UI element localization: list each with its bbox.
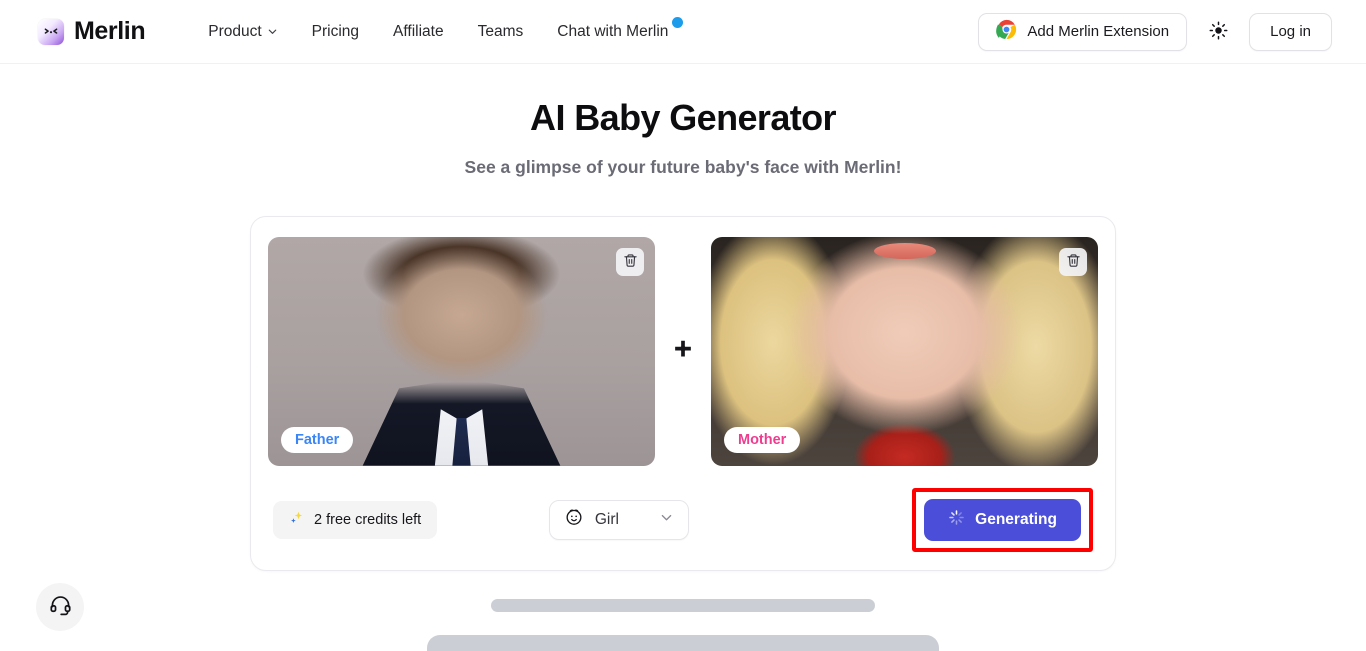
brand-name: Merlin <box>74 17 146 45</box>
delete-father-photo-button[interactable] <box>616 247 644 276</box>
parent-photos-row: Father Mother <box>268 236 1098 466</box>
login-button[interactable]: Log in <box>1249 12 1332 51</box>
plus-icon <box>671 337 695 366</box>
sun-icon <box>1209 21 1228 43</box>
sparkle-icon <box>289 510 305 530</box>
nav-item-label: Affiliate <box>393 22 444 40</box>
trash-icon <box>1066 253 1081 271</box>
add-merlin-extension-label: Add Merlin Extension <box>1027 23 1170 40</box>
merlin-face-logo-icon <box>38 18 64 45</box>
delete-mother-photo-button[interactable] <box>1059 247 1087 276</box>
result-title-skeleton <box>491 598 875 612</box>
main-nav: Product Pricing Affiliate Teams Chat wit… <box>191 14 685 50</box>
theme-toggle-button[interactable] <box>1201 15 1235 49</box>
nav-item-label: Pricing <box>311 22 360 40</box>
result-section <box>0 598 1366 651</box>
gender-select[interactable]: Girl <box>548 499 689 540</box>
nav-item-label: Product <box>208 22 262 40</box>
trash-icon <box>623 253 638 271</box>
nav-item-affiliate[interactable]: Affiliate <box>376 15 461 49</box>
support-chat-button[interactable] <box>36 583 84 631</box>
mother-photo[interactable]: Mother <box>711 236 1098 466</box>
baby-face-icon <box>564 507 584 532</box>
page-title: AI Baby Generator <box>530 97 836 138</box>
father-photo[interactable]: Father <box>268 236 655 466</box>
generator-controls: 2 free credits left Girl Generating <box>271 487 1095 552</box>
page-subtitle: See a glimpse of your future baby's face… <box>464 156 902 177</box>
new-badge-dot <box>672 16 684 28</box>
mother-photo-lips <box>873 242 936 259</box>
brand-logo-link[interactable]: Merlin <box>38 17 146 46</box>
nav-item-product[interactable]: Product <box>191 14 294 50</box>
generate-button-wrapper: Generating <box>912 487 1093 552</box>
add-merlin-extension-button[interactable]: Add Merlin Extension <box>978 12 1188 51</box>
nav-item-label: Teams <box>477 22 524 40</box>
headset-icon <box>49 594 72 620</box>
generator-card: Father Mother 2 free credits left Girl G… <box>250 215 1116 571</box>
chevron-down-icon <box>659 510 674 530</box>
nav-item-pricing[interactable]: Pricing <box>295 15 376 49</box>
chevron-down-icon <box>267 24 278 42</box>
nav-item-teams[interactable]: Teams <box>461 15 541 49</box>
generate-button-label: Generating <box>975 510 1057 528</box>
hero-section: AI Baby Generator See a glimpse of your … <box>0 64 1366 178</box>
generate-button[interactable]: Generating <box>924 498 1081 541</box>
father-role-badge: Father <box>281 426 354 453</box>
nav-item-chat-with-merlin[interactable]: Chat with Merlin <box>540 15 685 49</box>
chrome-icon <box>996 19 1017 44</box>
site-header: Merlin Product Pricing Affiliate Teams C… <box>0 0 1366 64</box>
mother-role-badge: Mother <box>724 426 801 453</box>
spinner-icon <box>948 509 965 531</box>
nav-item-label: Chat with Merlin <box>557 22 669 40</box>
free-credits-badge: 2 free credits left <box>273 500 438 539</box>
gender-select-value: Girl <box>594 510 619 528</box>
result-image-skeleton <box>427 634 939 651</box>
photo-separator <box>655 337 711 366</box>
free-credits-label: 2 free credits left <box>314 511 422 528</box>
header-actions: Add Merlin Extension Log in <box>978 12 1332 51</box>
